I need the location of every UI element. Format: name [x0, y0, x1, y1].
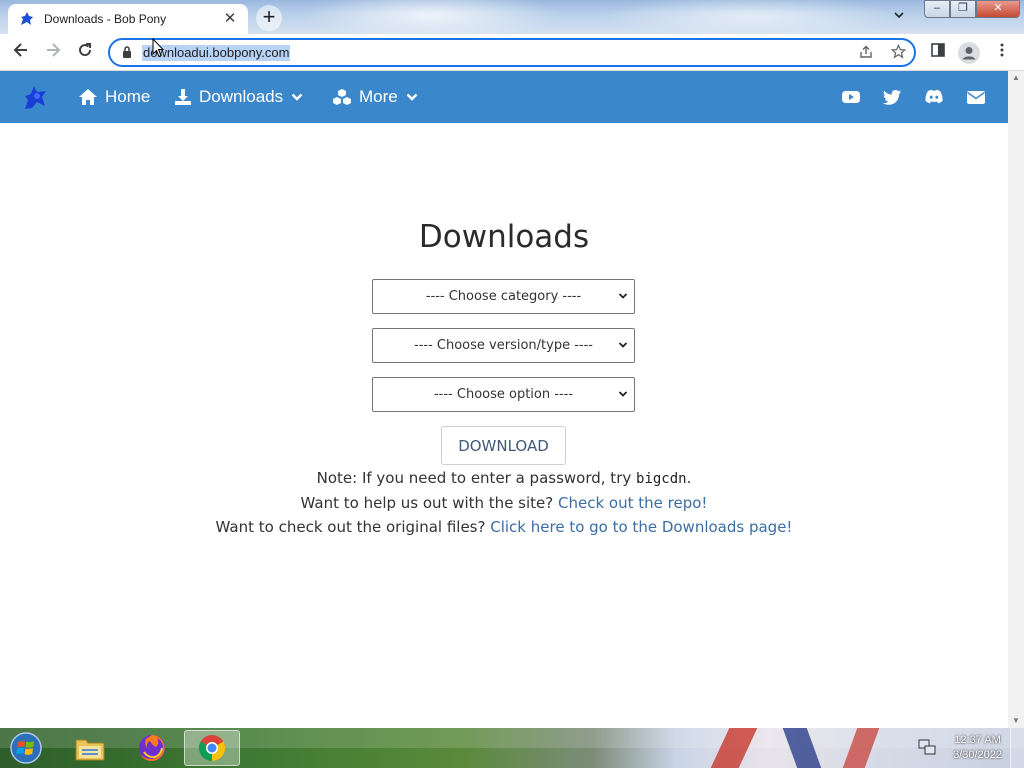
- windows-taskbar: 12:37 AM 3/30/2022: [0, 728, 1024, 768]
- chevron-down-icon: [618, 293, 628, 299]
- download-button[interactable]: DOWNLOAD: [441, 426, 566, 465]
- system-clock[interactable]: 12:37 AM 3/30/2022: [953, 733, 1002, 763]
- chevron-down-icon: [618, 391, 628, 397]
- url-text[interactable]: downloadui.bobpony.com: [142, 45, 291, 61]
- side-panel-icon[interactable]: [926, 40, 950, 66]
- twitter-icon[interactable]: [882, 88, 902, 106]
- new-tab-button[interactable]: +: [256, 5, 282, 31]
- window-controls: – ❐ ✕: [924, 0, 1020, 20]
- tab-close-icon[interactable]: ✕: [222, 11, 238, 27]
- firefox-icon: [139, 735, 165, 761]
- discord-icon[interactable]: [924, 88, 944, 106]
- taskbar-chrome[interactable]: [184, 730, 240, 766]
- tab-title: Downloads - Bob Pony: [44, 12, 167, 26]
- network-icon[interactable]: [918, 738, 936, 756]
- lock-icon: [123, 46, 131, 58]
- bobpony-logo-icon[interactable]: [22, 83, 50, 111]
- bookmark-star-icon[interactable]: [888, 43, 908, 64]
- page-title: Downloads: [418, 219, 590, 255]
- restore-button[interactable]: ❐: [950, 0, 976, 18]
- chevron-down-icon: [291, 93, 303, 101]
- youtube-icon[interactable]: [841, 88, 861, 106]
- tab-search-chevron-icon[interactable]: [888, 6, 910, 28]
- password-code: bigcdn: [636, 471, 687, 487]
- browser-tab[interactable]: Downloads - Bob Pony ✕: [8, 4, 248, 34]
- browser-tabstrip: Downloads - Bob Pony ✕ + – ❐ ✕: [0, 0, 1024, 34]
- folder-explorer-icon: [75, 739, 105, 761]
- downloads-page-link[interactable]: Click here to go to the Downloads page!: [490, 518, 792, 536]
- nav-more-label: More: [359, 87, 398, 106]
- version-select[interactable]: ---- Choose version/type ----: [372, 328, 635, 363]
- download-icon: [175, 89, 191, 105]
- nav-home[interactable]: Home: [78, 71, 150, 123]
- site-navbar: Home Downloads More: [0, 71, 1008, 123]
- password-note-suffix: .: [686, 469, 692, 487]
- original-files-text: Want to check out the original files?: [215, 518, 491, 536]
- clock-time: 12:37 AM: [954, 734, 1001, 746]
- option-select-value: ---- Choose option ----: [433, 387, 574, 402]
- cubes-icon: [333, 89, 351, 105]
- nav-more[interactable]: More: [332, 71, 418, 123]
- profile-avatar-icon[interactable]: [958, 42, 980, 64]
- repo-note: Want to help us out with the site? Check…: [0, 494, 1008, 512]
- chevron-down-icon: [406, 93, 418, 101]
- clock-date: 3/30/2022: [953, 749, 1002, 761]
- windows-start-button-icon[interactable]: [6, 731, 46, 765]
- scroll-down-arrow-icon[interactable]: ▼: [1008, 714, 1024, 728]
- category-select[interactable]: ---- Choose category ----: [372, 279, 635, 314]
- taskbar-explorer[interactable]: [62, 730, 118, 766]
- forward-arrow-icon[interactable]: [40, 40, 66, 66]
- nav-home-label: Home: [105, 87, 151, 106]
- category-select-value: ---- Choose category ----: [425, 289, 582, 304]
- reload-icon[interactable]: [72, 40, 98, 66]
- back-arrow-icon[interactable]: [8, 40, 34, 66]
- page-scrollbar[interactable]: ▲ ▼: [1008, 71, 1024, 728]
- system-tray: 12:37 AM 3/30/2022: [914, 728, 1024, 768]
- repo-note-text: Want to help us out with the site?: [300, 494, 559, 512]
- share-icon[interactable]: [856, 44, 876, 64]
- minimize-button[interactable]: –: [924, 0, 950, 18]
- menu-kebab-icon[interactable]: [990, 40, 1014, 66]
- web-page: Home Downloads More Downloads ---- Choos…: [0, 71, 1008, 728]
- address-bar[interactable]: downloadui.bobpony.com: [108, 38, 916, 67]
- show-desktop-button[interactable]: [1010, 728, 1024, 768]
- home-icon: [79, 89, 97, 105]
- version-select-value: ---- Choose version/type ----: [414, 338, 593, 353]
- mouse-cursor-icon: [152, 38, 164, 58]
- email-envelope-icon[interactable]: [966, 88, 986, 106]
- taskbar-firefox[interactable]: [124, 730, 180, 766]
- nav-downloads[interactable]: Downloads: [174, 71, 303, 123]
- repo-link[interactable]: Check out the repo!: [558, 494, 707, 512]
- chrome-icon: [198, 735, 226, 762]
- chevron-down-icon: [618, 342, 628, 348]
- close-window-button[interactable]: ✕: [976, 0, 1020, 18]
- bobpony-favicon-icon: [21, 12, 33, 25]
- nav-downloads-label: Downloads: [199, 87, 284, 106]
- option-select[interactable]: ---- Choose option ----: [372, 377, 635, 412]
- original-files-note: Want to check out the original files? Cl…: [0, 518, 1008, 536]
- password-note-text: Note: If you need to enter a password, t…: [316, 469, 637, 487]
- scroll-up-arrow-icon[interactable]: ▲: [1008, 71, 1024, 85]
- password-note: Note: If you need to enter a password, t…: [0, 469, 1008, 487]
